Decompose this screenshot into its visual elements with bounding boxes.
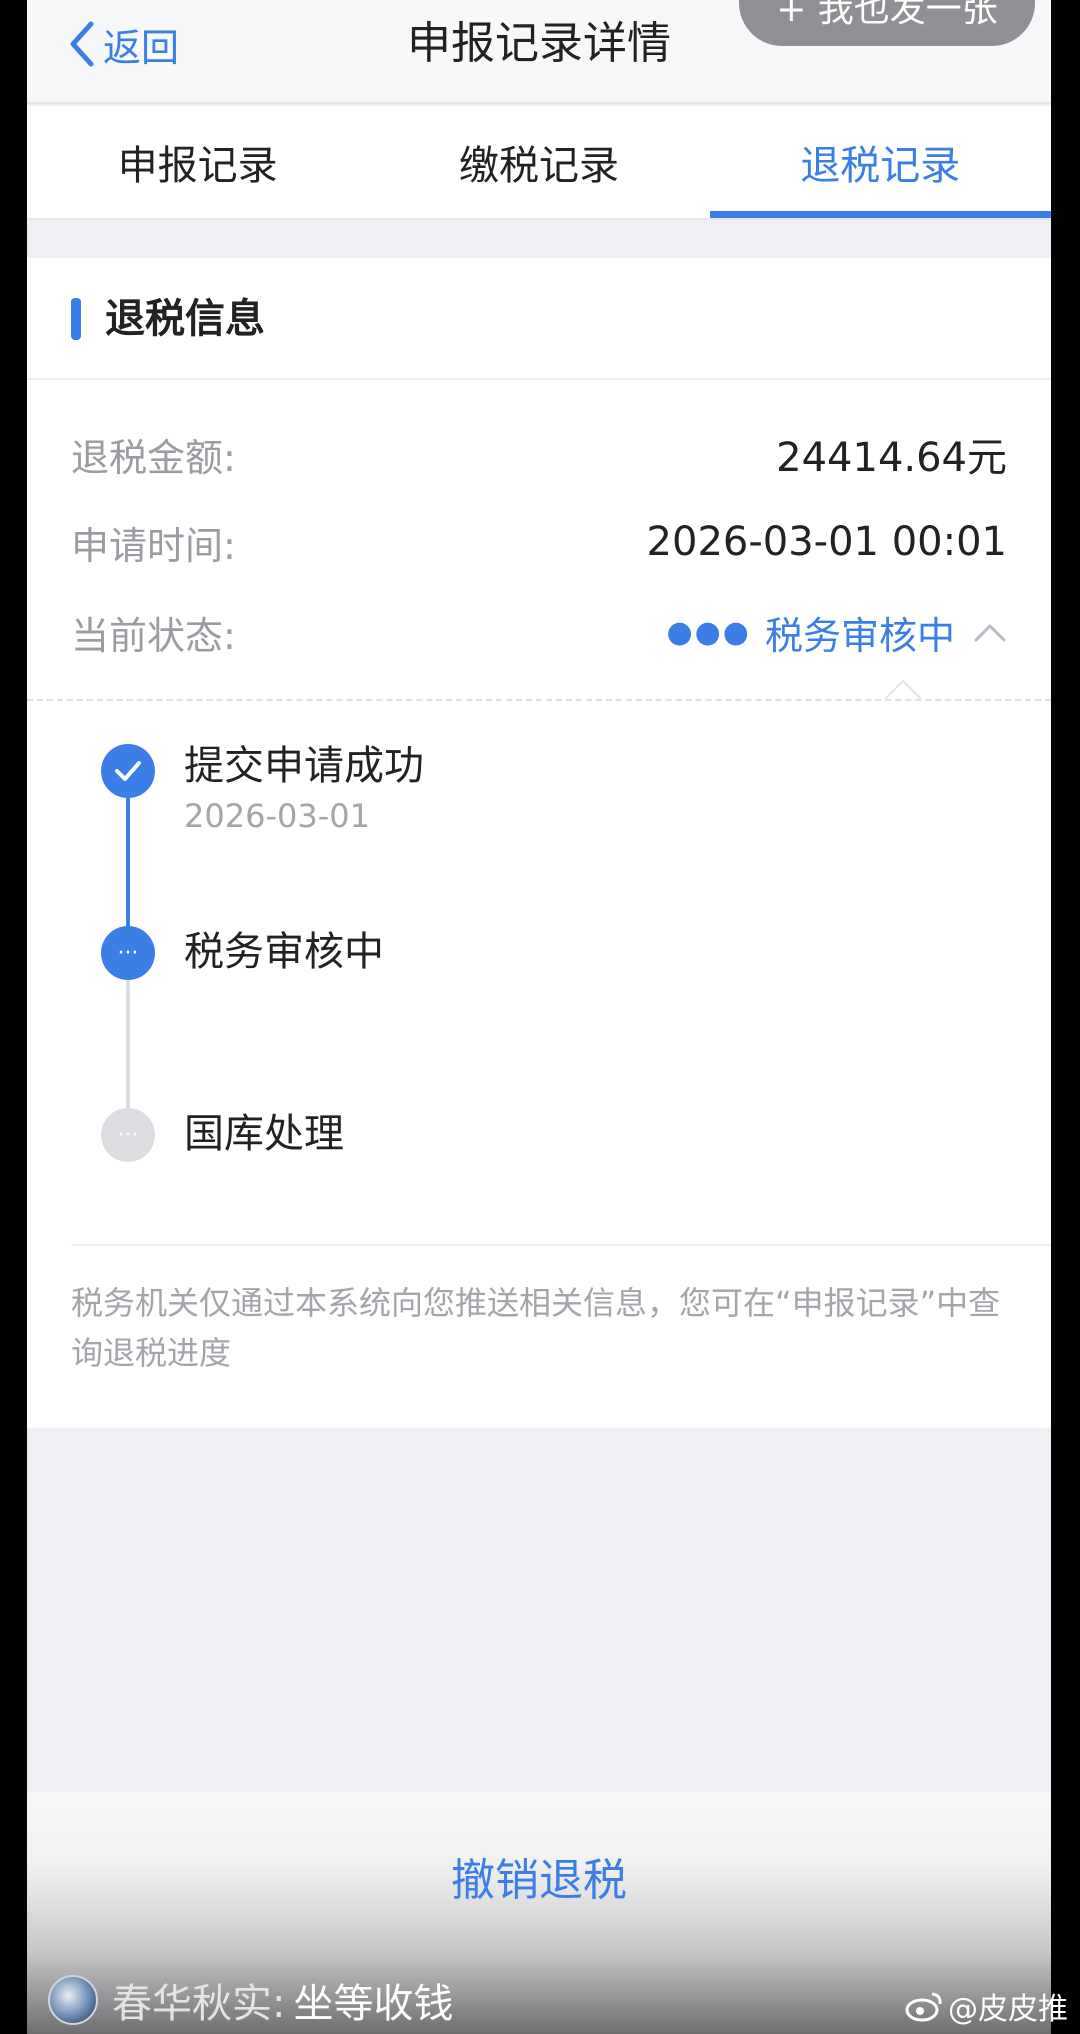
watermark: @皮皮推 xyxy=(904,1984,1068,2028)
tab-payment-records[interactable]: 缴税记录 xyxy=(368,106,709,218)
refund-amount-value: 24414.64元 xyxy=(776,435,1007,481)
tab-refund-records[interactable]: 退税记录 xyxy=(709,106,1051,218)
weibo-logo-icon xyxy=(905,1992,942,2022)
nav-bar: 返回 申报记录详情 + 我也发一张 xyxy=(27,0,1051,104)
timeline-step-title: 提交申请成功 xyxy=(184,743,424,789)
status-value: 税务审核中 xyxy=(764,613,955,658)
cancel-refund-button[interactable]: 撤销退税 xyxy=(27,1844,1051,1908)
tab-declaration-records[interactable]: 申报记录 xyxy=(27,106,368,218)
note-divider xyxy=(71,1244,1051,1246)
apply-time-label: 申请时间: xyxy=(71,523,236,568)
timeline-current-dots-icon: ··· xyxy=(101,926,155,980)
refund-amount-row: 退税金额: 24414.64元 xyxy=(71,424,1007,484)
popover-caret-icon xyxy=(885,679,921,700)
section-header: 退税信息 xyxy=(27,258,1051,380)
share-button[interactable]: + 我也发一张 xyxy=(739,0,1035,46)
refund-amount-label: 退税金额: xyxy=(71,435,236,480)
info-note: 税务机关仅通过本系统向您推送相关信息，您可在“申报记录”中查询退税进度 xyxy=(71,1284,1001,1372)
apply-time-row: 申请时间: 2026-03-01 00:01 xyxy=(71,512,1007,572)
status-toggle[interactable]: ●●● 税务审核中 xyxy=(666,605,1007,660)
status-row: 当前状态: ●●● 税务审核中 xyxy=(71,602,1007,662)
timeline-step-title: 税务审核中 xyxy=(184,929,384,975)
apply-time-value: 2026-03-01 00:01 xyxy=(646,519,1007,565)
phone-screen: 返回 申报记录详情 + 我也发一张 申报记录 缴税记录 退税记录 退税信息 退税… xyxy=(27,0,1051,2034)
timeline-pending-dots-icon: ··· xyxy=(101,1108,155,1162)
comment-overlay: 春华秋实: 坐等收钱 xyxy=(48,1972,453,2028)
section-accent-bar xyxy=(71,298,81,340)
refund-info-card: 退税信息 退税金额: 24414.64元 申请时间: 2026-03-01 00… xyxy=(27,258,1051,1428)
comment-message: 坐等收钱 xyxy=(293,1981,454,2027)
comment-username: 春华秋实: xyxy=(112,1981,286,2027)
timeline-step-title: 国库处理 xyxy=(184,1111,344,1157)
timeline-check-icon xyxy=(101,744,155,798)
chevron-up-icon xyxy=(974,624,1006,642)
timeline-step-date: 2026-03-01 xyxy=(184,797,370,835)
watermark-text: @皮皮推 xyxy=(948,1992,1068,2027)
avatar xyxy=(48,1975,98,2025)
section-title: 退税信息 xyxy=(105,296,265,342)
status-label: 当前状态: xyxy=(71,613,236,658)
tab-bar: 申报记录 缴税记录 退税记录 xyxy=(27,106,1051,220)
more-dots-icon: ●●● xyxy=(666,614,751,650)
